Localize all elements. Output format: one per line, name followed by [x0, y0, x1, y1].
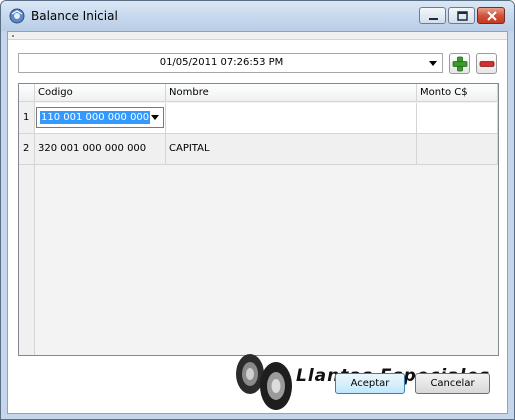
client-area: 01/05/2011 07:26:53 PM Codigo Nombre Mon…	[7, 31, 508, 414]
plus-icon	[452, 56, 468, 72]
minimize-icon	[429, 18, 438, 20]
maximize-icon	[457, 11, 468, 21]
accept-button[interactable]: Aceptar	[335, 373, 405, 394]
table-row[interactable]: 1 110 001 000 000 000	[19, 103, 498, 134]
minimize-button[interactable]	[419, 7, 446, 24]
remove-row-button[interactable]	[476, 53, 497, 74]
grip	[12, 35, 14, 37]
window-title: Balance Inicial	[31, 9, 118, 23]
close-icon	[487, 11, 497, 21]
chevron-down-icon[interactable]	[429, 61, 437, 66]
add-row-button[interactable]	[449, 53, 470, 74]
title-bar[interactable]: Balance Inicial	[1, 1, 514, 31]
codigo-cell[interactable]: 110 001 000 000 000	[35, 103, 166, 133]
row-header-corner	[19, 84, 35, 102]
balance-inicial-window: Balance Inicial 01/05/2011 07:26:53 PM C…	[0, 0, 515, 420]
grid-header: Codigo Nombre Monto C$	[19, 84, 498, 102]
monto-cell[interactable]	[417, 134, 498, 164]
column-header-codigo[interactable]: Codigo	[35, 84, 166, 102]
codigo-cell[interactable]: 320 001 000 000 000	[35, 134, 166, 164]
codigo-selected-text[interactable]: 110 001 000 000 000	[40, 111, 151, 124]
row-number: 2	[19, 134, 35, 164]
close-button[interactable]	[477, 7, 505, 24]
table-row[interactable]: 2 320 001 000 000 000 CAPITAL	[19, 134, 498, 165]
monto-cell[interactable]	[417, 103, 498, 133]
column-header-monto[interactable]: Monto C$	[417, 84, 498, 102]
chevron-down-icon[interactable]	[151, 115, 159, 120]
date-value: 01/05/2011 07:26:53 PM	[159, 57, 284, 68]
tires-icon	[236, 354, 292, 410]
maximize-button[interactable]	[448, 7, 475, 24]
nombre-cell[interactable]	[166, 103, 417, 133]
date-picker[interactable]: 01/05/2011 07:26:53 PM	[18, 53, 443, 73]
nombre-cell[interactable]: CAPITAL	[166, 134, 417, 164]
minus-icon	[479, 61, 495, 67]
row-number: 1	[19, 103, 35, 133]
accounts-grid[interactable]: Codigo Nombre Monto C$ 1 110 001 000 000…	[18, 83, 499, 356]
app-icon	[9, 8, 25, 24]
column-header-nombre[interactable]: Nombre	[166, 84, 417, 102]
codigo-combobox[interactable]: 110 001 000 000 000	[36, 107, 164, 128]
cancel-button[interactable]: Cancelar	[415, 373, 490, 394]
menu-strip	[8, 32, 507, 40]
